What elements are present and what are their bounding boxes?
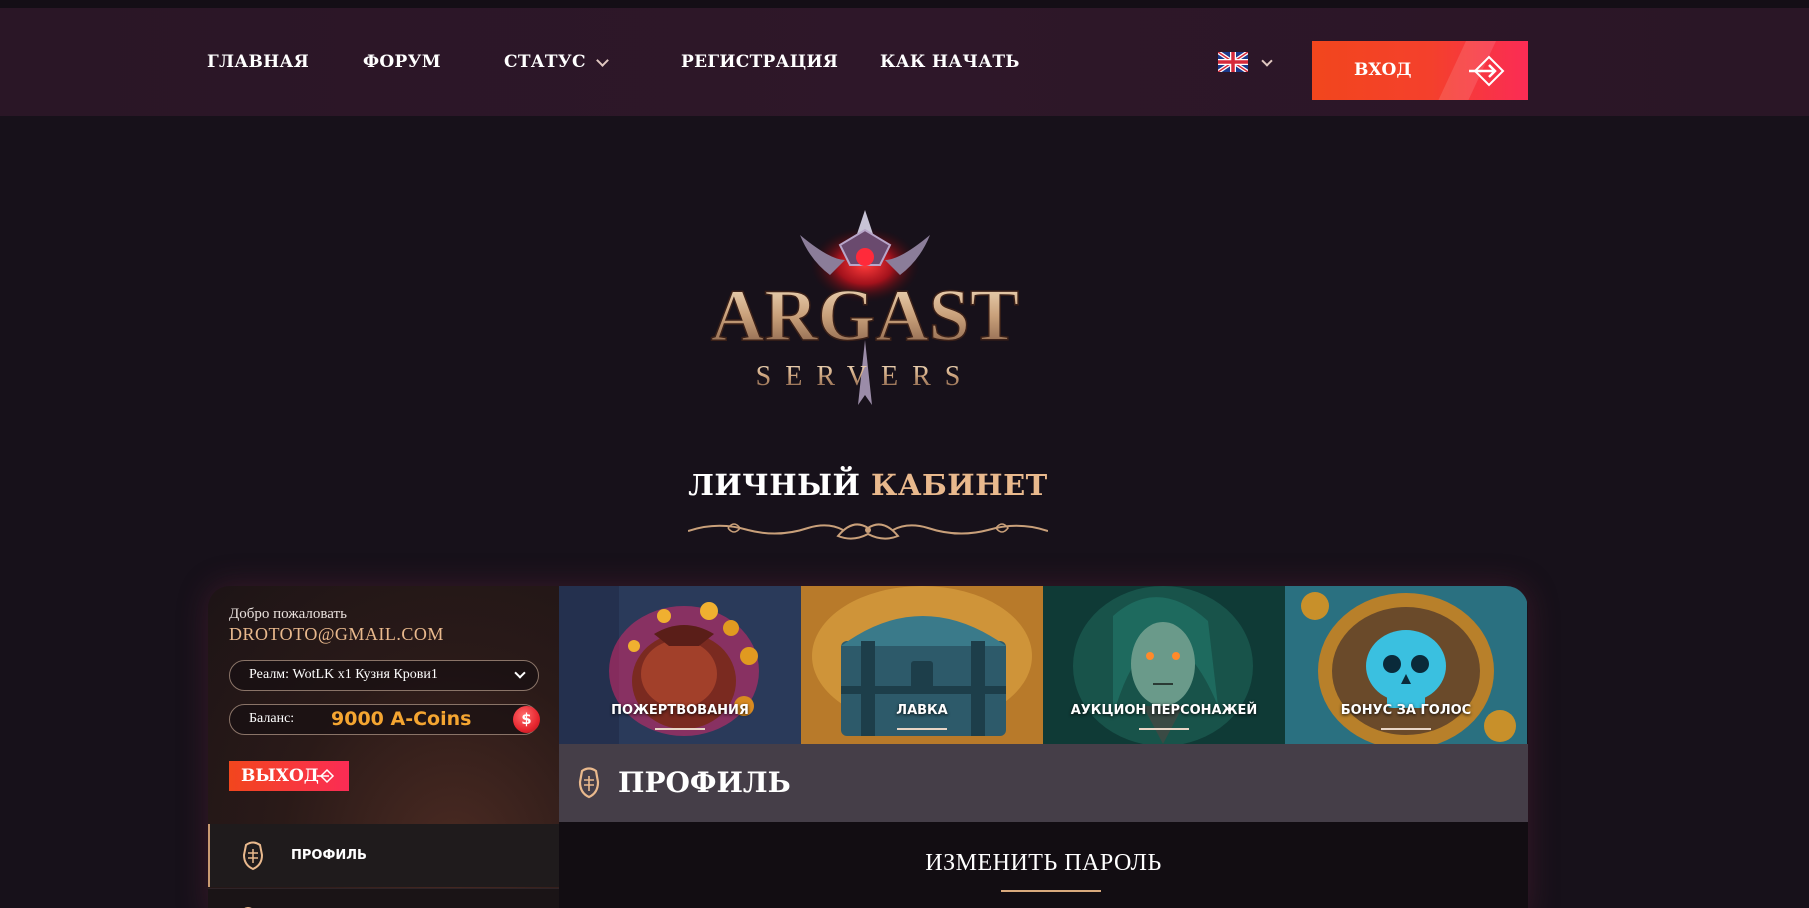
nav-home[interactable]: ГЛАВНАЯ xyxy=(207,8,309,116)
logout-button[interactable]: ВЫХОД xyxy=(229,761,349,791)
login-button-label: ВХОД xyxy=(1354,60,1412,80)
balance-value: 9000 A-Coins xyxy=(331,708,472,730)
tile-label: ЛАВКА xyxy=(896,703,948,718)
add-coins-icon[interactable]: $ xyxy=(513,706,540,733)
profile-icon xyxy=(242,841,264,871)
profile-title: ПРОФИЛЬ xyxy=(618,766,791,799)
tile-label: БОНУС ЗА ГОЛОС xyxy=(1340,703,1472,718)
page-title: ЛИЧНЫЙ КАБИНЕТ xyxy=(0,468,1736,502)
login-arrow-icon xyxy=(1469,55,1505,87)
logout-button-label: ВЫХОД xyxy=(241,766,319,786)
quick-links: ПОЖЕРТВОВАНИЯ ЛАВКА АУКЦИОН ПЕРСОНАЖЕЙ Б… xyxy=(559,586,1528,744)
menu-item-icon xyxy=(244,907,252,908)
nav-how-to-start[interactable]: КАК НАЧАТЬ xyxy=(880,8,1020,116)
change-password-title: ИЗМЕНИТЬ ПАРОЛЬ xyxy=(925,850,1162,876)
tile-label: ПОЖЕРТВОВАНИЯ xyxy=(611,703,749,718)
profile-header: ПРОФИЛЬ xyxy=(559,744,1528,822)
balance-field: Баланс: 9000 A-Coins $ xyxy=(229,704,540,735)
realm-select[interactable]: Реалм: WotLK x1 Кузня Крови1 xyxy=(229,660,539,691)
profile-content: ИЗМЕНИТЬ ПАРОЛЬ xyxy=(559,822,1528,908)
nav-status[interactable]: СТАТУС xyxy=(504,8,586,116)
balance-label: Баланс: xyxy=(249,711,295,726)
logo-title: ARGAST xyxy=(711,275,1019,357)
welcome-text: Добро пожаловать xyxy=(229,606,347,622)
login-button[interactable]: ВХОД xyxy=(1312,41,1528,100)
tile-character-auction[interactable]: АУКЦИОН ПЕРСОНАЖЕЙ xyxy=(1043,586,1285,744)
section-underline xyxy=(1001,890,1101,892)
tile-underline xyxy=(655,728,705,730)
uk-flag-icon[interactable] xyxy=(1218,52,1248,72)
top-navbar: ГЛАВНАЯ ФОРУМ СТАТУС РЕГИСТРАЦИЯ КАК НАЧ… xyxy=(0,8,1809,116)
tile-underline xyxy=(1381,728,1431,730)
tile-vote-bonus[interactable]: БОНУС ЗА ГОЛОС xyxy=(1285,586,1527,744)
user-email: DROTOTO@GMAIL.COM xyxy=(229,624,444,644)
top-border xyxy=(0,0,1809,8)
skull-coin-image xyxy=(1285,586,1527,744)
ornament-divider xyxy=(688,523,1048,540)
sidebar-item-label: ПРОФИЛЬ xyxy=(291,848,367,863)
nav-registration[interactable]: РЕГИСТРАЦИЯ xyxy=(681,8,838,116)
realm-select-value: Реалм: WotLK x1 Кузня Крови1 xyxy=(249,667,438,682)
page-title-part1: ЛИЧНЫЙ xyxy=(688,468,861,502)
tile-donations[interactable]: ПОЖЕРТВОВАНИЯ xyxy=(559,586,801,744)
account-panel: Добро пожаловать DROTOTO@GMAIL.COM Реалм… xyxy=(208,586,1528,908)
argast-logo: ARGAST SERVERS xyxy=(710,210,1020,405)
nav-forum[interactable]: ФОРУМ xyxy=(363,8,441,116)
undead-character-image xyxy=(1043,586,1285,744)
page-title-part2: КАБИНЕТ xyxy=(871,468,1048,502)
account-sidebar: Добро пожаловать DROTOTO@GMAIL.COM Реалм… xyxy=(208,586,559,908)
chevron-down-icon[interactable] xyxy=(596,54,609,67)
tile-label: АУКЦИОН ПЕРСОНАЖЕЙ xyxy=(1070,703,1258,718)
chevron-down-icon xyxy=(514,667,526,679)
sidebar-item-profile[interactable]: ПРОФИЛЬ xyxy=(208,824,559,887)
tile-underline xyxy=(897,728,947,730)
language-chevron-icon[interactable] xyxy=(1261,55,1273,67)
donation-bag-image xyxy=(559,586,801,744)
tile-shop[interactable]: ЛАВКА xyxy=(801,586,1043,744)
treasure-chest-image xyxy=(801,586,1043,744)
sidebar-item-next[interactable] xyxy=(208,888,559,908)
logo-subtitle: SERVERS xyxy=(756,361,975,392)
profile-icon xyxy=(578,767,600,799)
tile-underline xyxy=(1139,728,1189,730)
logout-arrow-icon xyxy=(317,768,335,784)
